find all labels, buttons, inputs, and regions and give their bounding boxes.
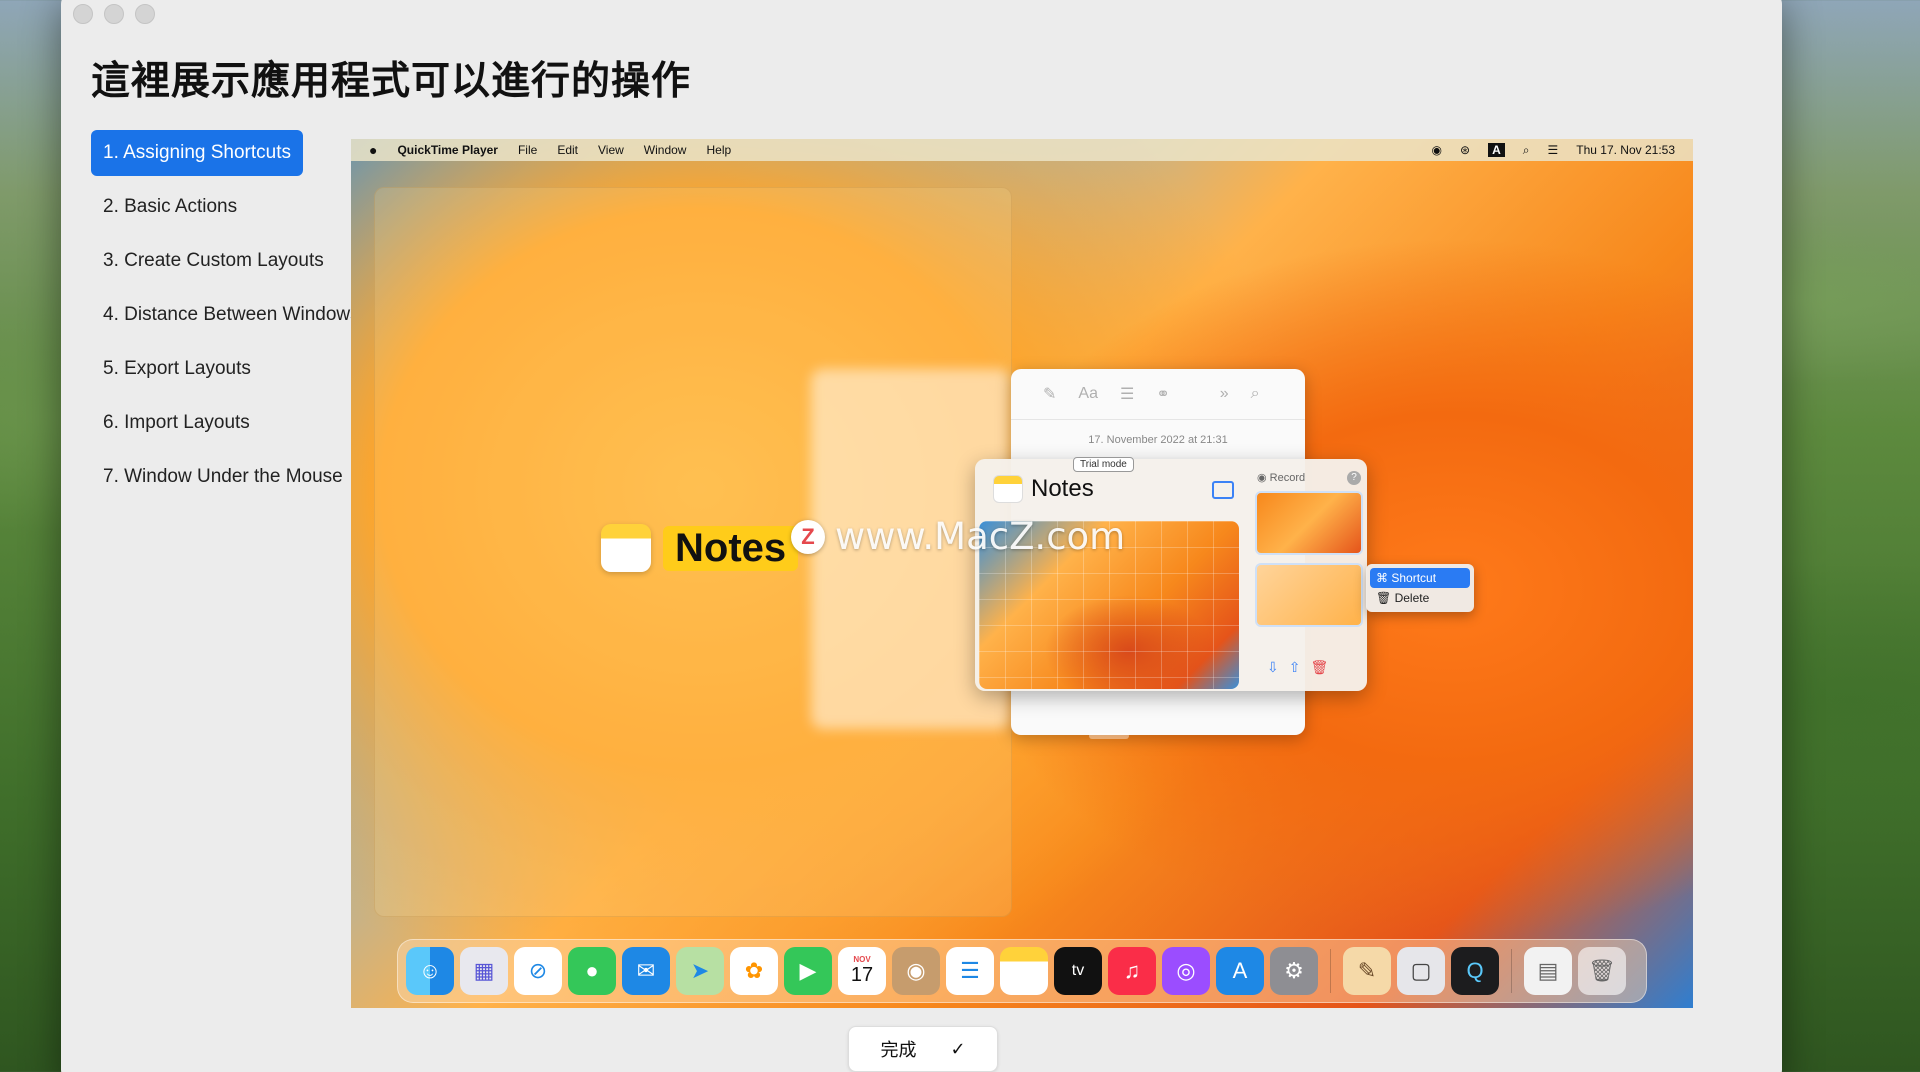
mail-icon[interactable]: ✉ bbox=[622, 947, 670, 995]
panel-app-title: Notes bbox=[1031, 475, 1094, 502]
watermark-text: www.MacZ.com bbox=[835, 515, 1126, 558]
format-icon: Aa bbox=[1078, 385, 1098, 402]
share-icon[interactable]: ⇧ bbox=[1289, 659, 1301, 676]
dock-separator bbox=[1330, 949, 1331, 993]
overlay-app-label: Notes bbox=[663, 525, 799, 571]
menubar-window: Window bbox=[643, 143, 687, 157]
sidebar-item-basic-actions[interactable]: 2. Basic Actions bbox=[91, 184, 391, 230]
sidebar-item-distance-between-windows[interactable]: 4. Distance Between Windows bbox=[91, 292, 391, 338]
messages-icon[interactable]: ● bbox=[568, 947, 616, 995]
more-icon: » bbox=[1219, 385, 1229, 402]
context-menu-shortcut[interactable]: ⌘ Shortcut bbox=[1370, 568, 1470, 588]
minimize-button[interactable] bbox=[104, 4, 124, 24]
app-switch-overlay: Notes bbox=[601, 524, 799, 572]
layout-thumbnail-2[interactable] bbox=[1255, 563, 1363, 627]
close-button[interactable] bbox=[73, 4, 93, 24]
context-menu-delete[interactable]: 🗑 Delete bbox=[1370, 588, 1470, 608]
done-label: 完成 bbox=[880, 1040, 917, 1061]
notes-toolbar: ✎ Aa ☰ ⚭ » ⌕ bbox=[1011, 369, 1305, 420]
notes-dock-icon[interactable] bbox=[1000, 947, 1048, 995]
contacts-icon[interactable]: ◉ bbox=[892, 947, 940, 995]
input-source-icon: A bbox=[1488, 143, 1505, 157]
page-indicator bbox=[1089, 733, 1129, 739]
menubar-status-items: ◉ ⊛ A ⌕ ☰ Thu 17. Nov 21:53 bbox=[1432, 139, 1675, 161]
delete-label: Delete bbox=[1394, 591, 1430, 605]
music-icon[interactable]: ♫ bbox=[1108, 947, 1156, 995]
quicktime-icon[interactable]: Q bbox=[1451, 947, 1499, 995]
zoom-button[interactable] bbox=[135, 4, 155, 24]
trash-dock-icon[interactable]: 🗑 bbox=[1578, 947, 1626, 995]
record-button[interactable]: ◉ Record bbox=[1257, 471, 1305, 484]
sidebar-item-export-layouts[interactable]: 5. Export Layouts bbox=[91, 346, 391, 392]
context-menu: ⌘ Shortcut 🗑 Delete bbox=[1366, 564, 1474, 612]
share-icon: ⚭ bbox=[1156, 386, 1170, 403]
panel-actions: ⇩ ⇧ 🗑 bbox=[1267, 659, 1328, 676]
help-icon[interactable]: ? bbox=[1347, 471, 1361, 485]
menubar-app-name: QuickTime Player bbox=[397, 143, 498, 157]
record-status-icon: ◉ bbox=[1431, 143, 1443, 157]
menubar-view: View bbox=[598, 143, 624, 157]
sidebar-item-create-custom-layouts[interactable]: 3. Create Custom Layouts bbox=[91, 238, 391, 284]
maps-icon[interactable]: ➤ bbox=[676, 947, 724, 995]
notes-app-icon bbox=[993, 475, 1023, 503]
sidebar-item-assigning-shortcuts[interactable]: 1. Assigning Shortcuts bbox=[91, 130, 303, 176]
topics-sidebar: 1. Assigning Shortcuts 2. Basic Actions … bbox=[91, 130, 391, 508]
documents-stack-icon[interactable]: ▤ bbox=[1524, 947, 1572, 995]
layout-thumbnail-1[interactable] bbox=[1255, 491, 1363, 555]
search-icon: ⌕ bbox=[1522, 142, 1530, 157]
safari-icon[interactable]: ⊘ bbox=[514, 947, 562, 995]
appstore-icon[interactable]: A bbox=[1216, 947, 1264, 995]
trash-icon[interactable]: 🗑 bbox=[1310, 659, 1328, 676]
notes-app-icon bbox=[601, 524, 651, 572]
mac-menubar: ● QuickTime Player File Edit View Window… bbox=[351, 139, 1693, 161]
shortcut-panel: Notes ◉ Record ? ⇩ ⇧ 🗑 bbox=[975, 459, 1367, 739]
dock: ☺ ▦ ⊘ ● ✉ ➤ ✿ ▶ NOV 17 ◉ ☰ tv ♫ ◎ A ⚙ ✎ … bbox=[397, 939, 1647, 1003]
menubar-clock: Thu 17. Nov 21:53 bbox=[1576, 143, 1675, 157]
reminders-icon[interactable]: ☰ bbox=[946, 947, 994, 995]
window-manager-icon[interactable]: ▢ bbox=[1397, 947, 1445, 995]
calendar-day: 17 bbox=[850, 964, 874, 986]
note-date: 17. November 2022 at 21:31 bbox=[1088, 434, 1228, 446]
apple-icon: ● bbox=[369, 142, 378, 158]
sidebar-toggle-icon[interactable] bbox=[1212, 481, 1234, 499]
finder-icon[interactable]: ☺ bbox=[406, 947, 454, 995]
control-center-icon: ☰ bbox=[1547, 143, 1559, 157]
appletv-icon[interactable]: tv bbox=[1054, 947, 1102, 995]
done-button[interactable]: 完成 ✓ bbox=[848, 1026, 998, 1072]
search-icon: ⌕ bbox=[1250, 385, 1260, 402]
podcasts-icon[interactable]: ◎ bbox=[1162, 947, 1210, 995]
launchpad-icon[interactable]: ▦ bbox=[460, 947, 508, 995]
preview-app-icon[interactable]: ✎ bbox=[1343, 947, 1391, 995]
checklist-icon: ☰ bbox=[1119, 386, 1135, 403]
menubar-edit: Edit bbox=[557, 143, 578, 157]
compose-icon: ✎ bbox=[1043, 386, 1057, 403]
appletv-label: tv bbox=[1071, 962, 1085, 979]
dock-separator bbox=[1511, 949, 1512, 993]
sidebar-item-window-under-mouse[interactable]: 7. Window Under the Mouse bbox=[91, 454, 391, 500]
watermark-logo: Z bbox=[791, 519, 825, 554]
demo-video-preview[interactable]: ● QuickTime Player File Edit View Window… bbox=[351, 139, 1693, 1008]
menubar-help: Help bbox=[706, 143, 732, 157]
shortcut-label: Shortcut bbox=[1391, 571, 1437, 585]
calendar-icon[interactable]: NOV 17 bbox=[838, 947, 886, 995]
photos-icon[interactable]: ✿ bbox=[730, 947, 778, 995]
menubar-file: File bbox=[517, 143, 538, 157]
system-settings-icon[interactable]: ⚙ bbox=[1270, 947, 1318, 995]
import-icon[interactable]: ⇩ bbox=[1267, 659, 1279, 676]
brain-icon: ⊛ bbox=[1460, 143, 1471, 157]
record-label: Record bbox=[1269, 472, 1306, 484]
window-controls bbox=[73, 4, 155, 24]
watermark: Z www.MacZ.com bbox=[791, 515, 1125, 558]
facetime-icon[interactable]: ▶ bbox=[784, 947, 832, 995]
trial-mode-badge: Trial mode bbox=[1073, 457, 1134, 472]
sidebar-item-import-layouts[interactable]: 6. Import Layouts bbox=[91, 400, 391, 446]
page-title: 這裡展示應用程式可以進行的操作 bbox=[91, 59, 692, 104]
checkmark-icon: ✓ bbox=[950, 1038, 966, 1060]
calendar-month: NOV bbox=[853, 955, 871, 964]
